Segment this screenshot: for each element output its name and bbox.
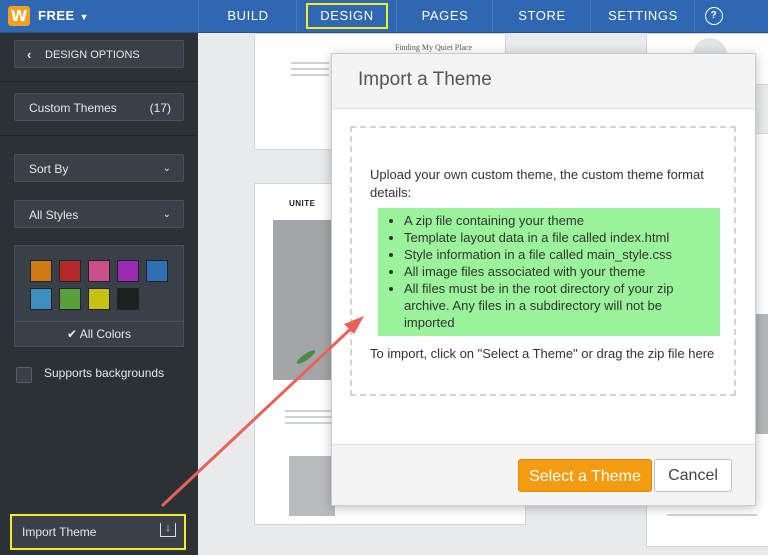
custom-themes-count: (17) (149, 101, 171, 115)
chevron-down-icon: ⌄ (162, 209, 171, 220)
color-swatch[interactable] (117, 288, 139, 310)
nav-help[interactable]: ? (694, 0, 768, 32)
import-theme-label: Import Theme (22, 525, 97, 539)
chevron-left-icon: ‹ (27, 47, 32, 62)
requirement-item: Style information in a file called main_… (404, 246, 712, 263)
placeholder-text (291, 62, 329, 80)
plan-label: FREE (38, 8, 75, 23)
color-swatch[interactable] (30, 288, 52, 310)
sort-by-label: Sort By (29, 162, 69, 176)
nav-settings[interactable]: SETTINGS (590, 0, 695, 32)
weebly-logo-icon[interactable]: W (8, 6, 30, 26)
top-navigation-bar: W FREE ▼ BUILD DESIGN PAGES STORE SETTING… (0, 0, 768, 33)
nav-store[interactable]: STORE (492, 0, 591, 32)
color-swatch[interactable] (146, 260, 168, 282)
nav-settings-label: SETTINGS (608, 8, 678, 23)
color-swatch[interactable] (117, 260, 139, 282)
dialog-title: Import a Theme (358, 69, 492, 90)
styles-label: All Styles (29, 208, 79, 222)
requirement-item: Template layout data in a file called in… (404, 229, 712, 246)
design-sidebar: ‹ DESIGN OPTIONS Custom Themes (17) Sort… (0, 33, 198, 555)
import-theme-button[interactable]: Import Theme ↓ (10, 514, 186, 550)
design-options-back-button[interactable]: ‹ DESIGN OPTIONS (14, 40, 184, 68)
chevron-down-icon: ▼ (79, 12, 90, 22)
dialog-footer: Select a Theme Cancel (332, 444, 755, 505)
requirement-item: All image files associated with your the… (404, 263, 712, 280)
all-colors-label: All Colors (79, 327, 132, 341)
placeholder-text (667, 514, 757, 520)
theme-preview-image (289, 456, 335, 516)
theme-drop-zone[interactable]: Upload your own custom theme, the custom… (350, 126, 736, 396)
color-swatch[interactable] (59, 288, 81, 310)
color-swatch[interactable] (88, 288, 110, 310)
requirement-item: A zip file containing your theme (404, 212, 712, 229)
all-colors-button[interactable]: ✔ All Colors (15, 321, 183, 346)
divider (0, 81, 198, 82)
color-swatch[interactable] (88, 260, 110, 282)
nav-design-label: DESIGN (306, 3, 388, 29)
nav-pages-label: PAGES (421, 8, 469, 23)
plan-dropdown[interactable]: FREE ▼ (38, 0, 89, 32)
requirement-item: All files must be in the root directory … (404, 280, 712, 331)
sort-by-dropdown[interactable]: Sort By ⌄ (14, 154, 184, 182)
download-tray-icon: ↓ (160, 523, 176, 537)
requirements-highlight: A zip file containing your theme Templat… (378, 208, 720, 336)
nav-design[interactable]: DESIGN (296, 0, 397, 32)
design-options-label: DESIGN OPTIONS (45, 49, 140, 61)
chevron-down-icon: ⌄ (162, 163, 171, 174)
placeholder-text (285, 410, 335, 428)
custom-themes-label: Custom Themes (29, 101, 117, 115)
nav-build[interactable]: BUILD (198, 0, 297, 32)
color-filter-panel: ✔ All Colors (14, 245, 184, 347)
nav-store-label: STORE (518, 8, 566, 23)
supports-backgrounds-label: Supports backgrounds (44, 366, 165, 380)
help-icon: ? (705, 7, 723, 25)
nav-pages[interactable]: PAGES (396, 0, 493, 32)
select-theme-button[interactable]: Select a Theme (518, 459, 652, 492)
color-swatch[interactable] (59, 260, 81, 282)
styles-dropdown[interactable]: All Styles ⌄ (14, 200, 184, 228)
color-swatch[interactable] (30, 260, 52, 282)
custom-themes-button[interactable]: Custom Themes (17) (14, 93, 184, 121)
theme-card-title: Finding My Quiet Place (395, 43, 473, 52)
cancel-button[interactable]: Cancel (654, 459, 732, 492)
divider (0, 135, 198, 136)
supports-backgrounds-checkbox[interactable] (16, 367, 32, 383)
theme-card-brand: UNITE (289, 199, 316, 208)
import-theme-dialog: Import a Theme Upload your own custom th… (331, 53, 756, 506)
dialog-header: Import a Theme (332, 54, 755, 109)
checkmark-icon: ✔ (66, 327, 78, 341)
upload-instructions: Upload your own custom theme, the custom… (370, 167, 704, 200)
import-instruction: To import, click on "Select a Theme" or … (370, 346, 715, 361)
nav-build-label: BUILD (227, 8, 269, 23)
requirements-list: A zip file containing your theme Templat… (378, 208, 720, 331)
